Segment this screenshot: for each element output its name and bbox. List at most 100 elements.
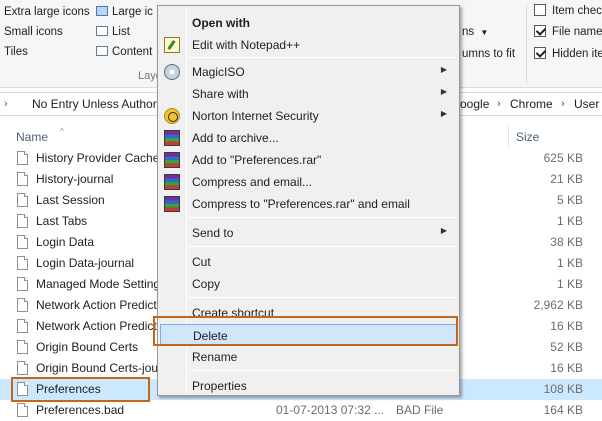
extra-large-icons-label: Extra large icons bbox=[4, 6, 90, 18]
size-columns-to-fit-label: umns to fit bbox=[462, 48, 516, 60]
menu-item-send-to[interactable]: Send to ▶ bbox=[160, 222, 457, 244]
menu-item-norton-internet-security[interactable]: Norton Internet Security ▶ bbox=[160, 105, 457, 127]
menu-item-compress-and-email[interactable]: Compress and email... bbox=[160, 171, 457, 193]
file-icon bbox=[17, 277, 28, 291]
submenu-arrow-icon: ▶ bbox=[440, 65, 447, 74]
menu-item-open-with[interactable]: Open with bbox=[160, 12, 457, 34]
file-name: Last Session bbox=[36, 193, 105, 207]
norton-icon bbox=[164, 108, 180, 124]
file-size: 52 KB bbox=[550, 340, 583, 354]
menu-item-rename[interactable]: Rename bbox=[160, 346, 457, 368]
menu-item-share-with[interactable]: Share with ▶ bbox=[160, 83, 457, 105]
menu-item-label: Open with bbox=[192, 16, 250, 30]
file-icon bbox=[17, 256, 28, 270]
file-size: 625 KB bbox=[543, 151, 583, 165]
hidden-items-label: Hidden ite bbox=[552, 48, 602, 60]
file-name: Login Data bbox=[36, 235, 95, 249]
highlight-outline bbox=[11, 377, 150, 402]
tiles-option[interactable]: Tiles bbox=[4, 43, 28, 61]
file-name: Last Tabs bbox=[36, 214, 88, 228]
file-name: Managed Mode Settings bbox=[36, 277, 158, 291]
winrar-icon bbox=[164, 152, 180, 168]
file-name-extensions-label: File name bbox=[552, 26, 602, 38]
large-icons-option[interactable]: Large ic bbox=[96, 3, 153, 21]
breadcrumb-segment[interactable]: oogle bbox=[460, 93, 489, 115]
file-name: Network Action Predictor-journal bbox=[36, 319, 158, 333]
file-icon bbox=[17, 193, 28, 207]
file-name: Origin Bound Certs bbox=[36, 340, 139, 354]
extra-large-icons-option[interactable]: Extra large icons bbox=[4, 3, 90, 21]
file-size: 1 KB bbox=[556, 277, 583, 291]
submenu-arrow-icon: ▶ bbox=[440, 109, 447, 118]
item-check-boxes-toggle[interactable]: Item check bbox=[534, 2, 602, 20]
size-column-header[interactable]: Size bbox=[516, 130, 539, 144]
menu-item-label: Add to archive... bbox=[192, 131, 279, 145]
content-label: Content bbox=[112, 46, 153, 58]
breadcrumb-segment[interactable]: Chrome bbox=[510, 93, 553, 115]
item-check-boxes-checkbox[interactable] bbox=[534, 4, 546, 16]
breadcrumb-segment[interactable]: User bbox=[574, 93, 599, 115]
menu-item-add-to-archive[interactable]: Add to archive... bbox=[160, 127, 457, 149]
file-name: Origin Bound Certs-journal bbox=[36, 361, 158, 375]
small-icons-option[interactable]: Small icons bbox=[4, 23, 63, 41]
file-size: 1 KB bbox=[556, 256, 583, 270]
menu-item-copy[interactable]: Copy bbox=[160, 273, 457, 295]
menu-separator bbox=[189, 370, 456, 371]
menu-item-edit-with-notepad[interactable]: Edit with Notepad++ bbox=[160, 34, 457, 56]
file-size: 5 KB bbox=[556, 193, 583, 207]
file-name-extensions-toggle[interactable]: File name bbox=[534, 23, 602, 41]
menu-item-label: Share with bbox=[192, 87, 249, 101]
menu-separator bbox=[189, 246, 456, 247]
menu-item-cut[interactable]: Cut bbox=[160, 251, 457, 273]
menu-item-label: Edit with Notepad++ bbox=[192, 38, 301, 52]
list-option[interactable]: List bbox=[96, 23, 130, 41]
menu-item-add-to-preferences-rar[interactable]: Add to "Preferences.rar" bbox=[160, 149, 457, 171]
file-row[interactable]: Preferences.bad 01-07-2013 07:32 ... BAD F… bbox=[0, 400, 602, 421]
content-option[interactable]: Content bbox=[96, 43, 152, 61]
add-columns-label: ns bbox=[462, 26, 475, 38]
list-icon bbox=[96, 26, 108, 36]
file-size: 1 KB bbox=[556, 214, 583, 228]
winrar-icon bbox=[164, 174, 180, 190]
hidden-items-checkbox[interactable] bbox=[534, 47, 546, 59]
submenu-arrow-icon: ▶ bbox=[440, 226, 447, 235]
highlight-outline bbox=[153, 316, 458, 346]
large-icons-label: Large ic bbox=[112, 6, 153, 18]
menu-item-magiciso[interactable]: MagicISO ▶ bbox=[160, 61, 457, 83]
file-size: 21 KB bbox=[550, 172, 583, 186]
file-name-extensions-checkbox[interactable] bbox=[534, 25, 546, 37]
menu-item-properties[interactable]: Properties bbox=[160, 375, 457, 397]
menu-item-label: MagicISO bbox=[192, 65, 245, 79]
file-icon bbox=[17, 214, 28, 228]
file-icon bbox=[17, 298, 28, 312]
file-icon bbox=[17, 361, 28, 375]
menu-item-label: Rename bbox=[192, 350, 238, 364]
dropdown-caret-icon: ▼ bbox=[480, 28, 489, 37]
file-size: 164 KB bbox=[543, 403, 583, 417]
item-check-boxes-label: Item check bbox=[552, 5, 602, 17]
menu-item-label: Cut bbox=[192, 255, 211, 269]
size-columns-to-fit-button[interactable]: umns to fit bbox=[462, 45, 515, 63]
breadcrumb-chevron-icon: › bbox=[497, 98, 501, 110]
large-icons-icon bbox=[96, 6, 108, 16]
menu-item-compress-to-preferences-rar-and-email[interactable]: Compress to "Preferences.rar" and email bbox=[160, 193, 457, 215]
file-name: History-journal bbox=[36, 172, 114, 186]
file-name: Network Action Predictor bbox=[36, 298, 158, 312]
submenu-arrow-icon: ▶ bbox=[440, 87, 447, 96]
menu-item-label: Send to bbox=[192, 226, 234, 240]
column-divider[interactable] bbox=[508, 126, 509, 148]
tiles-label: Tiles bbox=[4, 46, 28, 58]
list-label: List bbox=[112, 26, 130, 38]
hidden-items-toggle[interactable]: Hidden ite bbox=[534, 45, 602, 63]
menu-separator bbox=[189, 297, 456, 298]
name-column-header[interactable]: Name bbox=[16, 130, 48, 144]
winrar-icon bbox=[164, 130, 180, 146]
file-date-modified: 01-07-2013 07:32 ... bbox=[276, 403, 385, 417]
content-icon bbox=[96, 46, 108, 56]
notepad-plus-plus-icon bbox=[164, 37, 180, 53]
menu-item-label: Add to "Preferences.rar" bbox=[192, 153, 322, 167]
menu-item-label: Copy bbox=[192, 277, 221, 291]
menu-separator bbox=[189, 57, 456, 58]
add-columns-dropdown[interactable]: ns ▼ bbox=[462, 23, 488, 41]
breadcrumb-segment[interactable]: No Entry Unless Author bbox=[32, 93, 157, 115]
